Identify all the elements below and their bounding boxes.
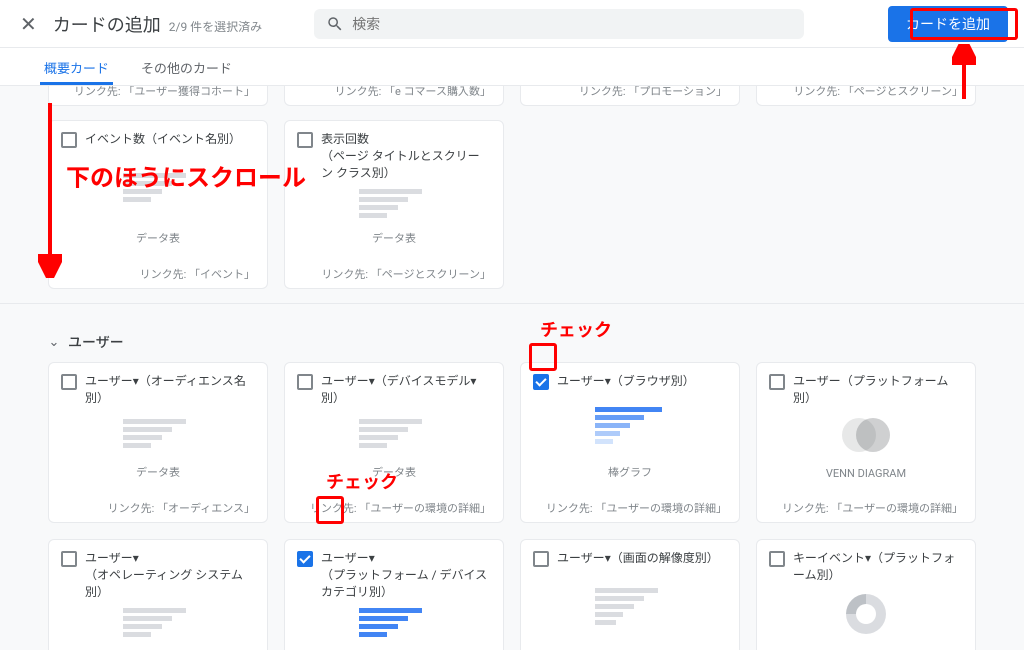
card-title: 表示回数 （ページ タイトルとスクリーン クラス別） — [321, 131, 491, 181]
tab-other-cards[interactable]: その他のカード — [137, 48, 236, 85]
card-title: キーイベント▾（プラットフォーム別） — [793, 550, 963, 584]
header: ✕ カードの追加 2/9 件を選択済み カードを追加 — [0, 0, 1024, 48]
close-icon[interactable]: ✕ — [16, 8, 41, 40]
card-user-3[interactable]: ユーザー（プラットフォーム別） VENN DIAGRAM リンク先: 「ユーザーの環… — [756, 362, 976, 523]
table-preview-icon — [123, 608, 193, 637]
link-destination: リンク先: 「オーディエンス」 — [49, 494, 267, 522]
card-checkbox[interactable] — [61, 374, 77, 390]
chart-type-label: データ表 — [285, 230, 503, 246]
card-checkbox[interactable] — [61, 132, 77, 148]
chart-type-label: VENN DIAGRAM — [757, 467, 975, 480]
link-destination: リンク先: 「ユーザー獲得コホート」 — [49, 86, 267, 105]
card-user-0[interactable]: ユーザー▾（オーディエンス名別） データ表リンク先: 「オーディエンス」 — [48, 362, 268, 523]
card-user-7[interactable]: キーイベント▾（プラットフォーム別）ドーナツグラフリンク先: 「ユーザーの環境の… — [756, 539, 976, 650]
card-partial-0[interactable]: 棒グラフ リンク先: 「ユーザー獲得コホート」 — [48, 86, 268, 106]
selection-count: 2/9 件を選択済み — [169, 18, 262, 35]
link-destination: リンク先: 「ユーザーの環境の詳細」 — [285, 494, 503, 522]
page-title: カードの追加 — [53, 11, 161, 37]
search-input[interactable] — [352, 16, 792, 32]
card-checkbox[interactable] — [297, 132, 313, 148]
card-user-5[interactable]: ユーザー▾ （プラットフォーム / デバイス カテゴリ別）データ表リンク先: 「… — [284, 539, 504, 650]
card-user-4[interactable]: ユーザー▾ （オペレーティング システム別）データ表リンク先: 「ユーザーの環境… — [48, 539, 268, 650]
bar-chart-icon — [595, 588, 665, 625]
card-partial-1[interactable]: データ表 リンク先: 「e コマース購入数」 — [284, 86, 504, 106]
chevron-down-icon: ⌄ — [48, 336, 60, 348]
table-preview-icon — [359, 189, 429, 218]
section-user-header[interactable]: ⌄ ユーザー — [48, 318, 976, 362]
chart-type-label: データ表 — [49, 464, 267, 480]
card-title: ユーザー▾ （オペレーティング システム別） — [85, 550, 255, 600]
bar-chart-icon — [595, 407, 665, 444]
card-checkbox[interactable] — [297, 374, 313, 390]
card-checkbox[interactable] — [297, 551, 313, 567]
table-preview-icon — [359, 419, 429, 448]
card-checkbox[interactable] — [61, 551, 77, 567]
chart-type-label: 棒グラフ — [521, 464, 739, 480]
card-partial-3[interactable]: データ表 リンク先: 「ページとスクリーン」 — [756, 86, 976, 106]
card-title: ユーザー▾（オーディエンス名別） — [85, 373, 255, 407]
card-user-6[interactable]: ユーザー▾（画面の解像度別）棒グラフリンク先: 「ユーザーの環境の詳細」 — [520, 539, 740, 650]
card-user-1[interactable]: ユーザー▾（デバイスモデル▾別） データ表リンク先: 「ユーザーの環境の詳細」 — [284, 362, 504, 523]
table-preview-icon — [123, 419, 193, 448]
table-preview-icon — [359, 608, 429, 637]
card-checkbox[interactable] — [533, 551, 549, 567]
link-destination: リンク先: 「e コマース購入数」 — [285, 86, 503, 105]
card-checkbox[interactable] — [769, 374, 785, 390]
link-destination: リンク先: 「ユーザーの環境の詳細」 — [521, 494, 739, 522]
venn-diagram-icon — [836, 415, 896, 455]
card-title: ユーザー▾（ブラウザ別） — [557, 373, 695, 390]
card-user-2[interactable]: ユーザー▾（ブラウザ別） 棒グラフリンク先: 「ユーザーの環境の詳細」 — [520, 362, 740, 523]
card-title: イベント数（イベント名別） — [85, 131, 241, 148]
chart-type-label: データ表 — [49, 230, 267, 246]
link-destination: リンク先: 「ページとスクリーン」 — [757, 86, 975, 105]
card-checkbox[interactable] — [769, 551, 785, 567]
donut-chart-icon — [846, 594, 886, 634]
search-input-wrap[interactable] — [314, 9, 804, 39]
link-destination: リンク先: 「プロモーション」 — [521, 86, 739, 105]
card-events-by-name[interactable]: イベント数（イベント名別） データ表 リンク先: 「イベント」 — [48, 120, 268, 289]
tab-summary-cards[interactable]: 概要カード — [40, 48, 113, 85]
link-destination: リンク先: 「イベント」 — [49, 260, 267, 288]
card-title: ユーザー（プラットフォーム別） — [793, 373, 963, 407]
tabs: 概要カード その他のカード — [0, 48, 1024, 86]
table-preview-icon — [123, 173, 193, 202]
chart-type-label: データ表 — [285, 464, 503, 480]
card-partial-2[interactable]: データ表 リンク先: 「プロモーション」 — [520, 86, 740, 106]
card-views-by-page-title[interactable]: 表示回数 （ページ タイトルとスクリーン クラス別） データ表 リンク先: 「ペ… — [284, 120, 504, 289]
content-scroll[interactable]: 棒グラフ リンク先: 「ユーザー獲得コホート」 データ表 リンク先: 「e コマ… — [0, 86, 1024, 650]
card-checkbox[interactable] — [533, 374, 549, 390]
add-cards-button[interactable]: カードを追加 — [888, 6, 1008, 42]
section-title: ユーザー — [68, 332, 124, 352]
link-destination: リンク先: 「ユーザーの環境の詳細」 — [757, 494, 975, 522]
link-destination: リンク先: 「ページとスクリーン」 — [285, 260, 503, 288]
search-icon — [326, 15, 344, 33]
card-title: ユーザー▾（デバイスモデル▾別） — [321, 373, 491, 407]
card-title: ユーザー▾ （プラットフォーム / デバイス カテゴリ別） — [321, 550, 491, 600]
card-title: ユーザー▾（画面の解像度別） — [557, 550, 719, 567]
